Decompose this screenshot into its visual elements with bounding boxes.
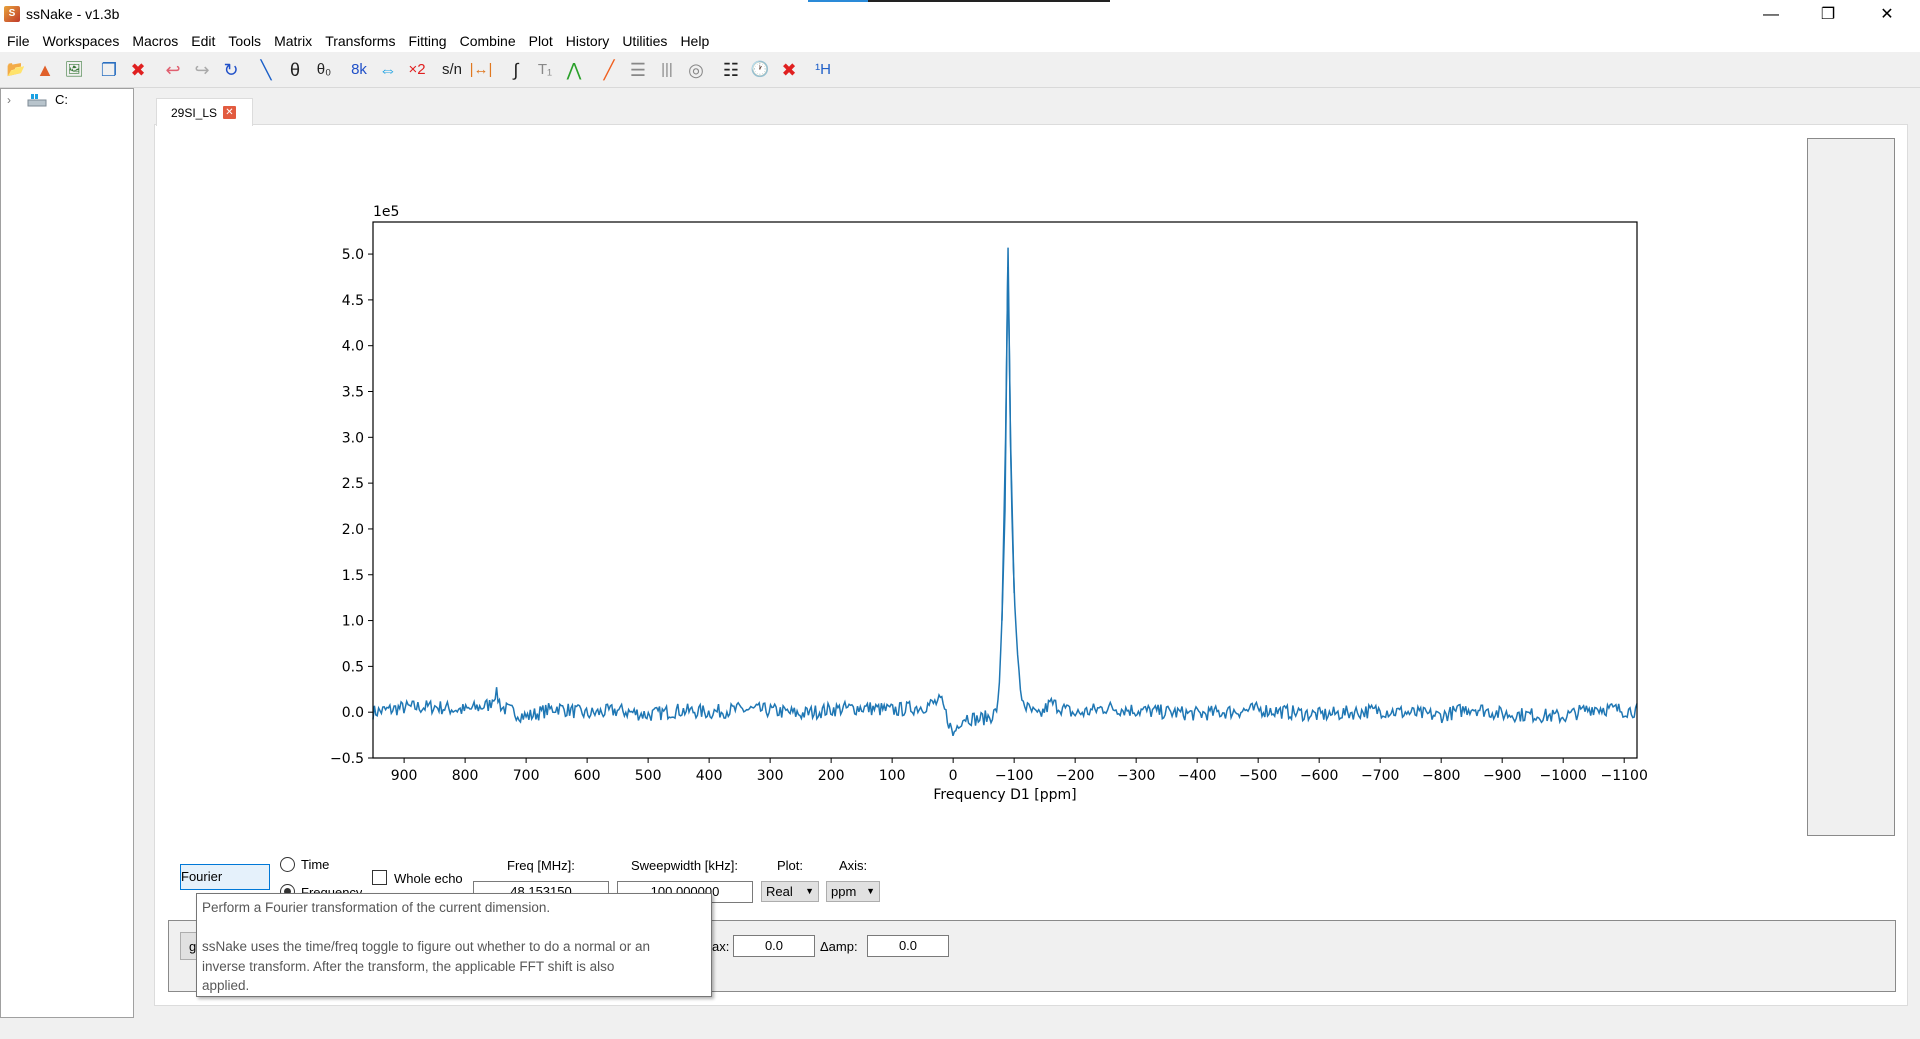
x-tick-label: −800: [1422, 768, 1460, 784]
plot-type-value: Real: [766, 884, 793, 899]
x-tick-label: −1000: [1540, 768, 1587, 784]
x-tick-label: −1100: [1601, 768, 1648, 784]
whole-echo-label: Whole echo: [394, 871, 463, 886]
plot-type-select[interactable]: Real ▼: [761, 881, 819, 902]
y-tick-label: 0.5: [342, 659, 364, 675]
time-label: Time: [301, 857, 330, 872]
damp-input[interactable]: 0.0: [867, 935, 949, 957]
x-tick-label: −300: [1117, 768, 1155, 784]
axis-unit-label: Axis:: [839, 858, 868, 873]
tooltip-line-1: Perform a Fourier transformation of the …: [202, 900, 551, 915]
side-panel: [1807, 138, 1895, 836]
y-tick-label: 4.5: [342, 293, 364, 309]
x-tick-label: 700: [513, 768, 540, 784]
y-tick-label: 0.0: [342, 705, 364, 721]
x-tick-label: −500: [1239, 768, 1277, 784]
y-tick-label: 1.0: [342, 614, 364, 630]
x-tick-label: 300: [757, 768, 784, 784]
x-tick-label: −900: [1483, 768, 1521, 784]
whole-echo-checkbox[interactable]: [372, 870, 387, 885]
fourier-button[interactable]: Fourier: [180, 864, 270, 890]
y-tick-label: 1.5: [342, 568, 364, 584]
x-tick-label: 100: [879, 768, 906, 784]
frequency-label: Frequency: [301, 885, 363, 893]
y-tick-label: 2.0: [342, 522, 364, 538]
axis-unit-select[interactable]: ppm ▼: [826, 881, 880, 902]
plot-type-label: Plot:: [777, 858, 804, 873]
tooltip-line-2: ssNake uses the time/freq toggle to figu…: [202, 939, 650, 954]
x-tick-label: 900: [391, 768, 418, 784]
x-tick-label: 500: [635, 768, 662, 784]
y-tick-label: 3.5: [342, 385, 364, 401]
x-tick-label: −400: [1178, 768, 1216, 784]
freq-label: Freq [MHz]:: [507, 858, 575, 873]
tooltip-spacer: [197, 918, 711, 938]
x-tick-label: −200: [1056, 768, 1094, 784]
x-tick-label: 0: [949, 768, 958, 784]
x-tick-label: 600: [574, 768, 601, 784]
chevron-down-icon: ▼: [866, 886, 875, 896]
y-tick-label: 3.0: [342, 430, 364, 446]
y-offset-label: 1e5: [373, 204, 399, 220]
tooltip-line-4: applied.: [202, 978, 250, 993]
y-tick-label: 2.5: [342, 476, 364, 492]
y-tick-label: 5.0: [342, 247, 364, 263]
axis-unit-value: ppm: [831, 884, 857, 899]
x-axis-label: Frequency D1 [ppm]: [933, 787, 1076, 803]
damp-label: Δamp:: [820, 939, 858, 954]
time-radio[interactable]: [280, 857, 295, 872]
y-tick-label: 4.0: [342, 339, 364, 355]
tooltip-line-3: inverse transform. After the transform, …: [202, 958, 615, 974]
x-tick-label: −100: [995, 768, 1033, 784]
dx-label: ax:: [712, 939, 730, 954]
x-tick-label: −600: [1300, 768, 1338, 784]
x-tick-label: −700: [1361, 768, 1399, 784]
fourier-tooltip: Perform a Fourier transformation of the …: [196, 893, 712, 997]
dx-input[interactable]: 0.0: [733, 935, 815, 957]
sweepwidth-label: Sweepwidth [kHz]:: [631, 858, 738, 873]
x-tick-label: 200: [818, 768, 845, 784]
chevron-down-icon: ▼: [805, 886, 814, 896]
x-tick-label: 400: [696, 768, 723, 784]
x-tick-label: 800: [452, 768, 479, 784]
y-tick-label: −0.5: [330, 751, 364, 767]
